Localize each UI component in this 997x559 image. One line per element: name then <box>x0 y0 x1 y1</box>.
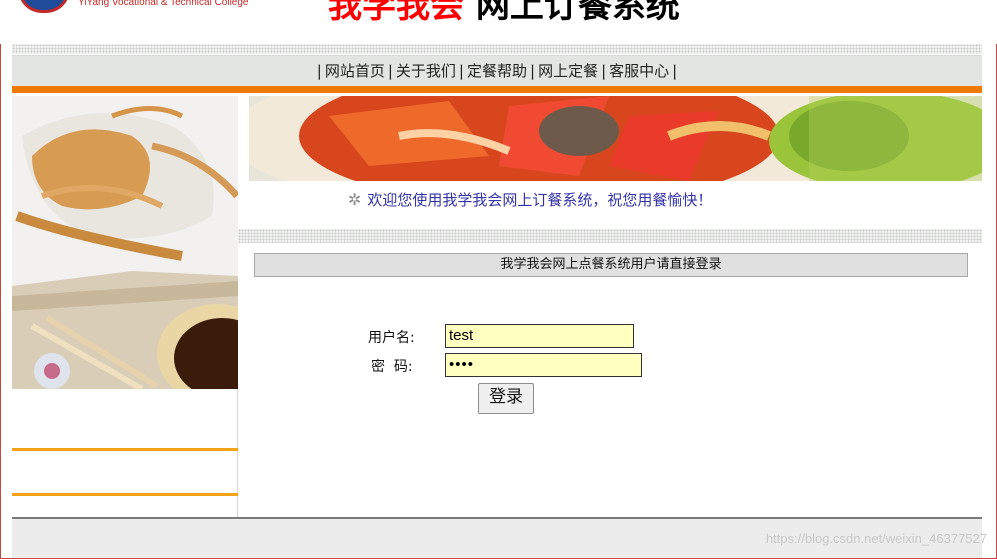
password-label: 密 码: <box>371 359 413 375</box>
sparkle-icon: ✲ <box>348 190 362 209</box>
nav-service[interactable]: 客服中心 <box>609 62 669 80</box>
title-black-part: 网上订餐系统 <box>464 0 680 26</box>
nav-accent-bar <box>12 86 982 93</box>
nav-help[interactable]: 定餐帮助 <box>467 62 527 80</box>
college-emblem-icon <box>18 0 70 13</box>
main-nav: | 网站首页 | 关于我们 | 定餐帮助 | 网上定餐 | 客服中心 | <box>12 55 982 86</box>
college-logo: YiYang Vocational & Technical College <box>14 0 274 13</box>
login-panel-title: 我学我会网上点餐系统用户请直接登录 <box>254 253 968 277</box>
column-divider <box>237 389 238 517</box>
site-header: YiYang Vocational & Technical College 我学… <box>0 0 997 44</box>
password-input[interactable]: •••• <box>445 353 642 377</box>
title-red-part: 我学我会 <box>328 0 464 26</box>
dotted-divider <box>12 44 982 54</box>
left-orange-rule-1 <box>12 448 238 451</box>
page-title: 我学我会 网上订餐系统 <box>328 0 680 24</box>
username-label: 用户名: <box>368 330 415 346</box>
welcome-message: ✲ 欢迎您使用我学我会网上订餐系统，祝您用餐愉快！ <box>348 189 712 210</box>
login-button[interactable]: 登录 <box>478 383 534 414</box>
blog-watermark: https://blog.csdn.net/weixin_46377527 <box>765 531 987 546</box>
left-orange-rule-2 <box>12 493 238 496</box>
nav-about[interactable]: 关于我们 <box>396 62 456 80</box>
logo-caption: YiYang Vocational & Technical College <box>78 0 249 8</box>
food-banner <box>249 96 982 181</box>
nav-order[interactable]: 网上定餐 <box>538 62 598 80</box>
food-photo-crab <box>12 96 238 389</box>
welcome-text: 欢迎您使用我学我会网上订餐系统，祝您用餐愉快！ <box>367 191 713 209</box>
nav-home[interactable]: 网站首页 <box>325 62 385 80</box>
username-input[interactable]: test <box>445 324 634 348</box>
dotted-divider-2 <box>238 229 982 243</box>
